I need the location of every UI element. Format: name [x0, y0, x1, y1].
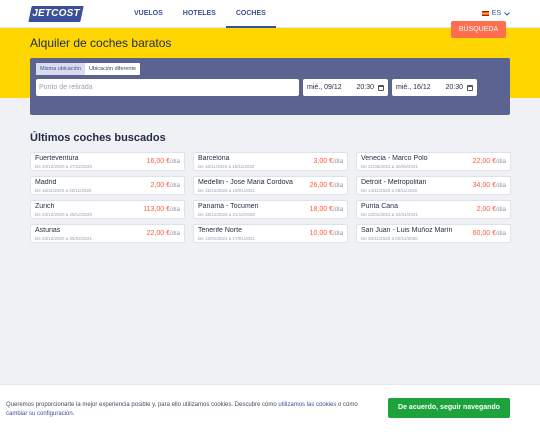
card-price: 22,00 €/día — [472, 158, 506, 165]
tab-same-location[interactable]: Misma ubicación — [36, 63, 85, 75]
card-city: Zurich — [35, 203, 55, 210]
cookie-banner: Queremos proporcionarte la mejor experie… — [0, 384, 540, 432]
card-city: Barcelona — [198, 155, 230, 162]
calendar-icon — [467, 84, 473, 91]
recent-search-card[interactable]: Tenerife Norte De 12/01/2021 a 17/01/202… — [193, 224, 348, 243]
nav-flights[interactable]: VUELOS — [124, 0, 173, 28]
recent-search-card[interactable]: San Juan - Luis Muñoz Marín De 20/11/202… — [356, 224, 511, 243]
card-price: 60,00 €/día — [472, 230, 506, 237]
return-time: 20:30 — [445, 84, 463, 91]
location-tabs: Misma ubicación Ubicación diferente — [36, 63, 141, 75]
card-price: 34,00 €/día — [472, 182, 506, 189]
page-title: Alquiler de coches baratos — [30, 36, 172, 50]
pickup-time: 20:30 — [356, 84, 374, 91]
card-price: 2,00 €/día — [150, 182, 180, 189]
card-price: 3,00 €/día — [313, 158, 343, 165]
return-date-field[interactable]: mié., 16/12 20:30 — [392, 79, 477, 96]
recent-search-card[interactable]: Detroit - Metropolitan De 14/11/2020 a 2… — [356, 176, 511, 195]
recent-search-card[interactable]: Zurich De 23/12/2020 a 25/12/2020 113,00… — [30, 200, 185, 219]
pickup-date: mié., 09/12 — [307, 84, 342, 91]
card-city: Venecia - Marco Polo — [361, 155, 428, 162]
card-price: 26,00 €/día — [309, 182, 343, 189]
card-city: Madrid — [35, 179, 57, 186]
card-city: Asturias — [35, 227, 61, 234]
language-selector[interactable]: ES — [481, 10, 510, 17]
recent-search-card[interactable]: Fuerteventura De 20/12/2020 a 27/12/2020… — [30, 152, 185, 171]
card-price: 22,00 €/día — [146, 230, 180, 237]
search-button[interactable]: BÚSQUEDA — [451, 21, 506, 38]
cookie-settings-link[interactable]: cambiar su configuración — [6, 411, 73, 417]
tab-different-location[interactable]: Ubicación diferente — [85, 63, 140, 75]
recent-searches-title: Últimos coches buscados — [30, 132, 166, 144]
nav-cars[interactable]: COCHES — [225, 0, 276, 28]
card-city: Panamá - Tocumen — [198, 203, 259, 210]
cookie-text: Queremos proporcionarte la mejor experie… — [6, 402, 358, 417]
nav-hotels[interactable]: HOTELES — [173, 0, 226, 28]
pickup-location-input[interactable]: Punto de retirada — [36, 79, 299, 96]
language-code: ES — [491, 10, 501, 17]
card-city: Detroit - Metropolitan — [361, 179, 427, 186]
return-date: mié., 16/12 — [396, 84, 431, 91]
chevron-down-icon — [504, 11, 510, 16]
pickup-date-field[interactable]: mié., 09/12 20:30 — [303, 79, 388, 96]
recent-searches-grid: Fuerteventura De 20/12/2020 a 27/12/2020… — [30, 152, 511, 243]
card-city: Tenerife Norte — [198, 227, 242, 234]
recent-search-card[interactable]: Madrid De 16/11/2020 a 20/11/2020 2,00 €… — [30, 176, 185, 195]
jetcost-logo[interactable]: JETCOST — [28, 6, 84, 22]
recent-search-card[interactable]: Barcelona De 16/11/2020 a 18/11/2020 3,0… — [193, 152, 348, 171]
card-city: Fuerteventura — [35, 155, 79, 162]
card-price: 113,00 €/día — [143, 206, 180, 213]
recent-search-card[interactable]: Panamá - Tocumen De 18/12/2020 a 21/12/2… — [193, 200, 348, 219]
card-price: 18,00 €/día — [309, 206, 343, 213]
accept-cookies-button[interactable]: De acuerdo, seguir navegando — [388, 398, 510, 418]
cookie-policy-link[interactable]: utilizamos las cookies — [278, 402, 336, 408]
card-city: Punta Cana — [361, 203, 398, 210]
card-price: 16,00 €/día — [146, 158, 180, 165]
card-price: 10,00 €/día — [309, 230, 343, 237]
card-city: San Juan - Luis Muñoz Marín — [361, 227, 453, 234]
recent-search-card[interactable]: Medellin - Jose Maria Cordova De 15/12/2… — [193, 176, 348, 195]
card-price: 2,00 €/día — [476, 206, 506, 213]
card-city: Medellin - Jose Maria Cordova — [198, 179, 293, 186]
recent-search-card[interactable]: Punta Cana De 22/01/2021 a 23/01/2021 2,… — [356, 200, 511, 219]
recent-search-card[interactable]: Asturias De 23/12/2020 a 05/02/2021 22,0… — [30, 224, 185, 243]
search-panel: Misma ubicación Ubicación diferente Punt… — [30, 58, 510, 115]
spain-flag-icon — [481, 11, 489, 16]
recent-search-card[interactable]: Venecia - Marco Polo De 21/06/2021 a 30/… — [356, 152, 511, 171]
calendar-icon — [378, 84, 384, 91]
main-nav: VUELOS HOTELES COCHES — [124, 0, 276, 28]
